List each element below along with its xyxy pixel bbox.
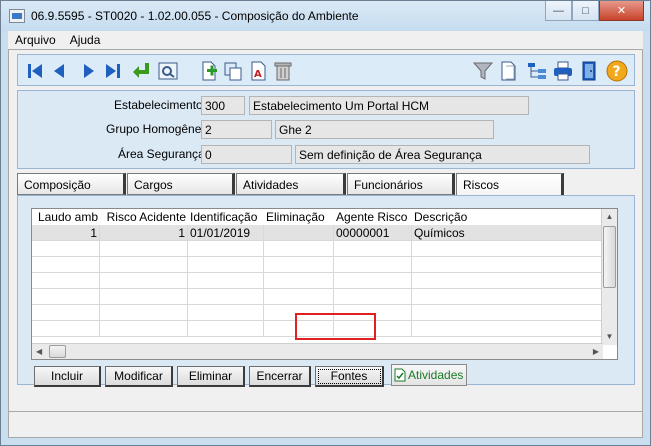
table-row[interactable]: 1 1 01/01/2019 00000001 Químicos: [32, 225, 603, 241]
first-record-icon[interactable]: [24, 60, 46, 82]
svg-text:?: ?: [613, 64, 621, 80]
grupo-code-field[interactable]: 2: [201, 120, 272, 139]
horizontal-scrollbar[interactable]: ◀ ▶: [32, 343, 603, 359]
menu-ajuda[interactable]: Ajuda: [63, 33, 108, 47]
scroll-up-icon[interactable]: ▲: [602, 209, 617, 225]
last-record-icon[interactable]: [102, 60, 124, 82]
next-record-icon[interactable]: [78, 60, 100, 82]
header-panel: Estabelecimento: 300 Estabelecimento Um …: [17, 90, 635, 169]
main-panel: A ? Estabelecimento: 300 Estabelecimento…: [8, 49, 643, 438]
modificar-button[interactable]: Modificar: [105, 366, 173, 387]
table-row[interactable]: [32, 257, 603, 273]
cell-eliminacao: [264, 225, 334, 241]
cell-descricao: Químicos: [414, 226, 465, 240]
eliminar-button[interactable]: Eliminar: [177, 366, 245, 387]
encerrar-button[interactable]: Encerrar: [249, 366, 311, 387]
area-name-field: Sem definição de Área Segurança: [295, 145, 590, 164]
return-icon[interactable]: [130, 60, 152, 82]
cell-agente: 00000001: [334, 225, 412, 241]
horizontal-scroll-thumb[interactable]: [49, 345, 66, 358]
riscos-panel: Laudo amb Risco Acidente Identificação E…: [17, 195, 635, 387]
area-code-field[interactable]: 0: [201, 145, 292, 164]
col-descricao[interactable]: Descrição: [412, 209, 592, 225]
tab-atividades[interactable]: Atividades: [236, 173, 346, 195]
table-row[interactable]: [32, 273, 603, 289]
cell-identificacao: 01/01/2019: [188, 225, 264, 241]
window-title: 06.9.5595 - ST0020 - 1.02.00.055 - Compo…: [31, 9, 359, 23]
table-header: Laudo amb Risco Acidente Identificação E…: [32, 209, 592, 225]
table-row[interactable]: [32, 289, 603, 305]
fontes-button[interactable]: Fontes: [315, 366, 384, 387]
fontes-highlight-box: [295, 313, 376, 340]
zoom-icon[interactable]: [157, 60, 179, 82]
cell-laudo: 1: [32, 225, 100, 241]
menu-bar: Arquivo Ajuda: [8, 31, 643, 49]
tab-riscos[interactable]: Riscos: [456, 173, 564, 196]
cell-risco: 1: [100, 225, 188, 241]
print-icon[interactable]: [552, 60, 574, 82]
exit-icon[interactable]: [579, 60, 601, 82]
scroll-down-icon[interactable]: ▼: [602, 329, 617, 345]
toolbar: A ?: [17, 54, 635, 86]
activity-icon: [394, 368, 406, 382]
col-eliminacao[interactable]: Eliminação: [264, 209, 334, 225]
vertical-scroll-thumb[interactable]: [603, 226, 616, 288]
app-icon: [9, 9, 25, 23]
title-bar: 06.9.5595 - ST0020 - 1.02.00.055 - Compo…: [1, 1, 650, 31]
close-button[interactable]: ✕: [599, 1, 644, 21]
grupo-name-field: Ghe 2: [275, 120, 494, 139]
tab-cargos[interactable]: Cargos: [127, 173, 235, 195]
delete-icon[interactable]: [272, 60, 294, 82]
document-icon[interactable]: [498, 60, 520, 82]
col-identificacao[interactable]: Identificação: [188, 209, 264, 225]
scroll-right-icon[interactable]: ▶: [593, 344, 599, 359]
area-label: Área Segurança:: [118, 147, 209, 161]
col-risco-acidente[interactable]: Risco Acidente: [100, 209, 188, 225]
tab-funcionarios[interactable]: Funcionários: [347, 173, 455, 195]
edit-text-icon[interactable]: A: [248, 60, 270, 82]
maximize-button[interactable]: □: [572, 1, 599, 21]
vertical-scrollbar[interactable]: ▲ ▼: [601, 209, 617, 345]
window-controls: — □ ✕: [545, 1, 644, 21]
help-icon[interactable]: ?: [606, 60, 628, 82]
previous-record-icon[interactable]: [48, 60, 70, 82]
col-laudo-amb[interactable]: Laudo amb: [32, 209, 100, 225]
scroll-left-icon[interactable]: ◀: [36, 344, 42, 359]
filter-icon[interactable]: [472, 60, 494, 82]
menu-arquivo[interactable]: Arquivo: [8, 33, 63, 47]
tree-icon[interactable]: [526, 60, 548, 82]
grupo-label: Grupo Homogêneo:: [106, 122, 212, 136]
incluir-button[interactable]: Incluir: [34, 366, 101, 387]
new-icon[interactable]: [198, 60, 220, 82]
table-row[interactable]: [32, 241, 603, 257]
svg-text:A: A: [254, 69, 262, 80]
status-bar: [9, 411, 642, 437]
tab-bar: Composição Cargos Atividades Funcionário…: [17, 173, 635, 196]
estabelecimento-code-field[interactable]: 300: [201, 96, 245, 115]
tab-composicao[interactable]: Composição: [17, 173, 126, 195]
estabelecimento-name-field: Estabelecimento Um Portal HCM: [249, 96, 529, 115]
atividades-button[interactable]: Atividades: [391, 364, 467, 386]
estabelecimento-label: Estabelecimento:: [114, 98, 207, 112]
copy-icon[interactable]: [222, 60, 244, 82]
atividades-label: Atividades: [408, 368, 464, 382]
col-agente-risco[interactable]: Agente Risco: [334, 209, 412, 225]
app-window: 06.9.5595 - ST0020 - 1.02.00.055 - Compo…: [0, 0, 651, 446]
minimize-button[interactable]: —: [545, 1, 572, 21]
